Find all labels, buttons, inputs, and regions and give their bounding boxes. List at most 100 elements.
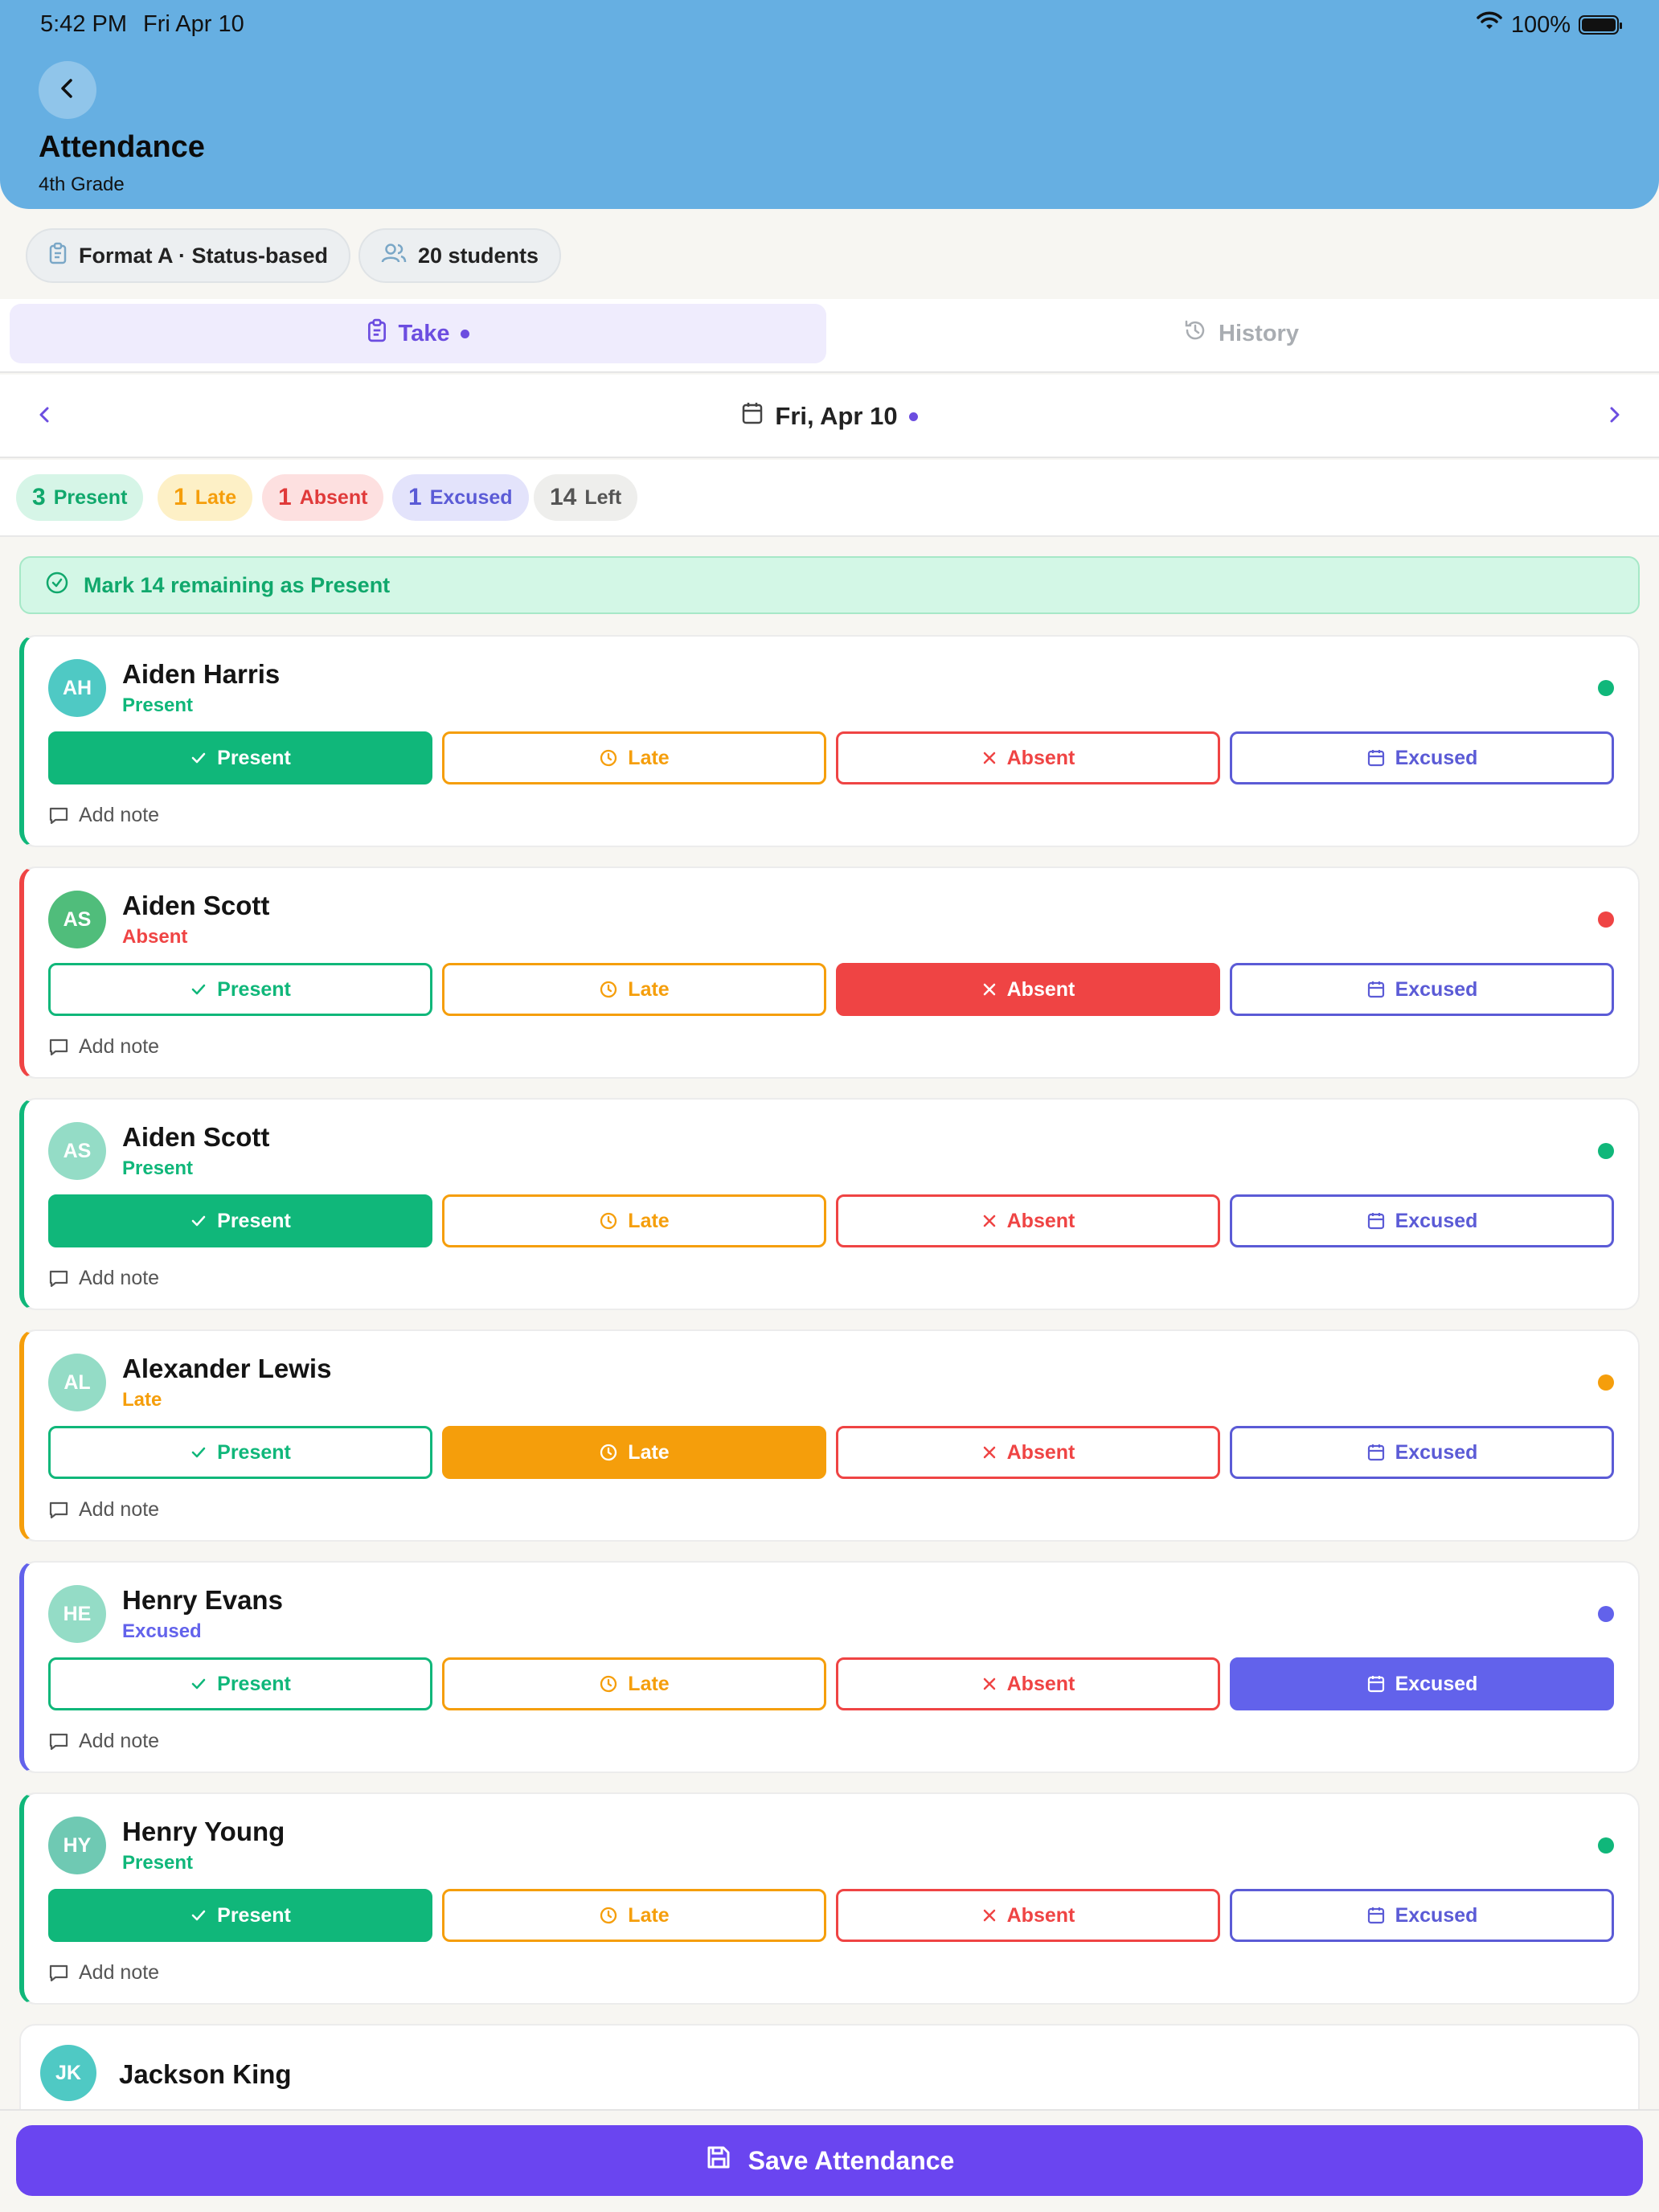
avatar-initials: AH [62,676,92,699]
tab-history[interactable]: History [833,304,1649,363]
present-button-label: Present [217,1209,291,1232]
page-subtitle: 4th Grade [39,174,125,195]
add-note-label: Add note [79,1961,160,1984]
summary-present: 3 Present [16,474,144,521]
clock-icon [599,1674,618,1694]
excused-button[interactable]: Excused [1230,1194,1614,1247]
absent-button[interactable]: Absent [836,1657,1220,1710]
student-card: AS Aiden Scott Present Present Late Absent Exc… [19,1098,1640,1310]
add-note-label: Add note [79,1498,160,1521]
add-note-button[interactable]: Add note [48,1961,159,1985]
users-icon [381,243,407,269]
tab-history-label: History [1219,320,1299,346]
excused-button[interactable]: Excused [1230,1889,1614,1942]
message-icon [48,1963,69,1984]
absent-button[interactable]: Absent [836,1194,1220,1247]
late-button[interactable]: Late [442,1426,826,1479]
tab-take[interactable]: Take [10,304,826,363]
summary-late: 1 Late [158,474,253,521]
late-button-label: Late [628,1672,670,1695]
mark-remaining-button[interactable]: Mark 14 remaining as Present [19,556,1640,614]
clock-icon [599,748,618,768]
excused-button[interactable]: Excused [1230,963,1614,1016]
x-icon [981,1444,997,1460]
clipboard-icon [48,242,68,270]
student-name: Aiden Harris [122,659,281,689]
calendar-icon [1366,980,1386,999]
present-button[interactable]: Present [48,731,432,784]
avatar-initials: AS [63,1139,92,1162]
absent-button[interactable]: Absent [836,731,1220,784]
summary-absent: 1 Absent [262,474,384,521]
add-note-button[interactable]: Add note [48,1267,159,1290]
late-button[interactable]: Late [442,1194,826,1247]
add-note-button[interactable]: Add note [48,1730,159,1753]
x-icon [981,750,997,766]
avatar: AS [48,891,106,948]
avatar-initials: AS [63,907,92,931]
avatar-initials: HY [63,1833,92,1857]
student-status: Absent [122,926,188,948]
excused-button-label: Excused [1395,1440,1478,1464]
excused-button[interactable]: Excused [1230,731,1614,784]
back-button[interactable] [39,61,96,119]
clock-icon [599,1443,618,1462]
late-button[interactable]: Late [442,963,826,1016]
absent-button[interactable]: Absent [836,963,1220,1016]
status-dot [1598,680,1614,696]
clock-icon [599,980,618,999]
late-button-label: Late [628,746,670,769]
students-count: 20 students [418,243,539,268]
absent-button[interactable]: Absent [836,1426,1220,1479]
excused-button[interactable]: Excused [1230,1657,1614,1710]
present-button[interactable]: Present [48,1194,432,1247]
date-display[interactable]: Fri, Apr 10 [0,375,1659,458]
calendar-icon [1366,1211,1386,1231]
present-button[interactable]: Present [48,1426,432,1479]
add-note-button[interactable]: Add note [48,804,159,827]
present-button-label: Present [217,977,291,1001]
avatar: AL [48,1354,106,1411]
late-button[interactable]: Late [442,1889,826,1942]
chevron-left-icon [35,404,55,429]
present-button[interactable]: Present [48,1657,432,1710]
save-attendance-button[interactable]: Save Attendance [16,2125,1643,2196]
absent-button-label: Absent [1006,1440,1075,1464]
present-button[interactable]: Present [48,1889,432,1942]
student-status: Present [122,1852,194,1874]
student-card: AL Alexander Lewis Late Present Late Absent Ex… [19,1329,1640,1542]
unsaved-dot [461,329,470,338]
format-chip: Format A · Status-based [26,228,351,283]
calendar-icon [741,401,764,432]
present-button-label: Present [217,746,291,769]
late-button-label: Late [628,1440,670,1464]
avatar: AS [48,1122,106,1180]
next-date-button[interactable] [1593,395,1635,437]
clock-icon [599,1211,618,1231]
x-icon [981,981,997,997]
present-button[interactable]: Present [48,963,432,1016]
x-icon [981,1907,997,1923]
message-icon [48,1268,69,1289]
add-note-label: Add note [79,1267,160,1289]
add-note-label: Add note [79,1730,160,1752]
save-icon [705,2144,732,2177]
absent-button[interactable]: Absent [836,1889,1220,1942]
prev-date-button[interactable] [24,395,66,437]
page-title: Attendance [39,130,205,164]
absent-button-label: Absent [1006,1209,1075,1232]
status-dot [1598,1374,1614,1391]
student-card: AS Aiden Scott Absent Present Late Absent Excu… [19,866,1640,1079]
date-dot [908,412,918,421]
late-button[interactable]: Late [442,1657,826,1710]
add-note-button[interactable]: Add note [48,1035,159,1059]
student-name: Henry Young [122,1817,285,1846]
add-note-button[interactable]: Add note [48,1498,159,1522]
summary-label: Late [195,485,237,509]
avatar-initials: AL [63,1370,91,1394]
excused-button[interactable]: Excused [1230,1426,1614,1479]
student-card: HY Henry Young Present Present Late Absent Exc… [19,1792,1640,2005]
summary-count: 14 [550,484,577,510]
late-button[interactable]: Late [442,731,826,784]
check-icon [190,981,207,998]
